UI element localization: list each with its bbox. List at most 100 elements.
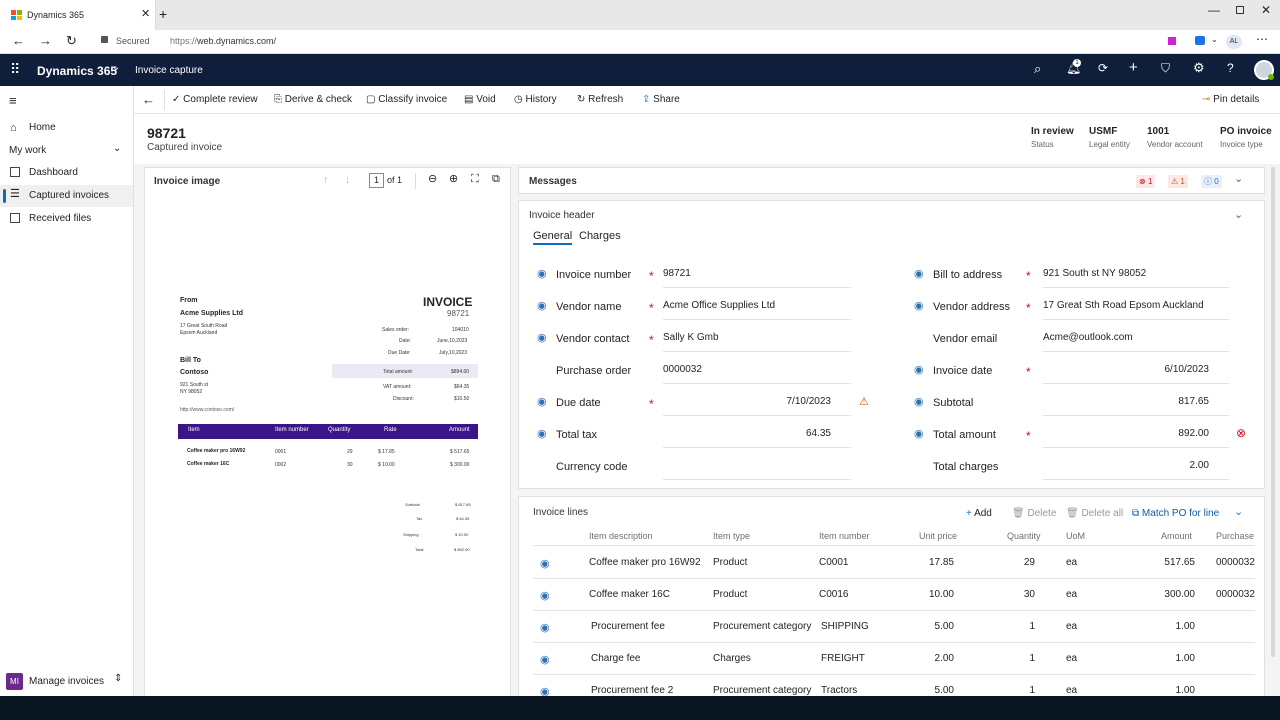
column-header[interactable]: Item number [819, 531, 870, 541]
sidebar-item-received-files[interactable]: Received files [0, 208, 133, 230]
share-button[interactable]: ⇪ Share [642, 94, 680, 105]
back-icon[interactable]: ← [12, 34, 25, 47]
eye-icon[interactable]: ◉ [914, 299, 924, 312]
eye-icon[interactable]: ◉ [537, 395, 547, 408]
area-switcher[interactable]: MI Manage invoices ⇕ [0, 670, 133, 694]
subtotal-input[interactable]: 817.65 [1043, 396, 1229, 416]
vendor-address-input[interactable]: 17 Great Sth Road Epsom Auckland [1043, 300, 1229, 320]
sidebar-item-home[interactable]: ⌂ Home [0, 118, 133, 140]
chevron-down-icon[interactable]: ⌄ [1211, 36, 1218, 44]
app-name[interactable]: Dynamics 365 [37, 64, 117, 78]
delete-all-button[interactable]: 🗑︎ Delete all [1066, 508, 1123, 519]
new-tab-icon[interactable]: + [159, 7, 167, 21]
eye-icon[interactable]: ◉ [540, 557, 550, 570]
arrow-up-icon[interactable]: ↑ [323, 175, 329, 186]
column-header[interactable]: Unit price [919, 531, 957, 541]
error-icon[interactable]: ⊗ [1236, 426, 1246, 440]
table-row[interactable]: ◉ Procurement fee 2 Procurement category… [533, 675, 1255, 697]
eye-icon[interactable]: ◉ [540, 589, 550, 602]
vendor-contact-input[interactable]: Sally K Gmb [663, 332, 851, 352]
table-row[interactable]: ◉ Procurement fee Procurement category S… [533, 611, 1255, 643]
close-tab-icon[interactable]: ✕ [141, 9, 150, 20]
browser-tab[interactable]: Dynamics 365 ✕ [0, 0, 156, 30]
task-icon[interactable]: ⟳ [1098, 62, 1108, 74]
refresh-button[interactable]: ↻ Refresh [577, 94, 623, 105]
pin-details-button[interactable]: ⊸ Pin details [1202, 94, 1259, 105]
plus-icon[interactable]: + [1129, 60, 1138, 75]
extension-icon[interactable] [1168, 37, 1176, 45]
invoice-date-input[interactable]: 6/10/2023 [1043, 364, 1229, 384]
close-window-icon[interactable]: ✕ [1261, 4, 1271, 16]
column-header[interactable]: Quantity [1007, 531, 1041, 541]
profile-avatar[interactable]: AL [1226, 35, 1242, 49]
complete-review-button[interactable]: ✓ Complete review [172, 94, 258, 105]
add-line-button[interactable]: + Add [966, 508, 992, 519]
column-header[interactable]: UoM [1066, 531, 1085, 541]
delete-line-button[interactable]: 🗑︎ Delete [1012, 508, 1056, 519]
reload-icon[interactable]: ↻ [66, 34, 77, 47]
eye-icon[interactable]: ◉ [537, 299, 547, 312]
more-icon[interactable]: ⋯ [1256, 33, 1268, 45]
fit-page-icon[interactable]: ⛶ [471, 174, 479, 185]
invoice-number-input[interactable]: 98721 [663, 268, 851, 288]
total-tax-input[interactable]: 64.35 [663, 428, 851, 448]
search-icon[interactable]: ⌕ [1034, 62, 1041, 75]
collections-icon[interactable] [1195, 36, 1205, 45]
tab-general[interactable]: General [533, 230, 573, 245]
table-row[interactable]: ◉ Coffee maker pro 16W92 Product C0001 1… [533, 547, 1255, 579]
page-scrollbar[interactable] [1271, 167, 1275, 657]
info-count-badge[interactable]: ⓘ 0 [1201, 175, 1222, 188]
match-po-button[interactable]: ⧉ Match PO for line [1132, 508, 1219, 519]
app-chevron-icon[interactable]: ⌄ [112, 63, 120, 73]
currency-code-input[interactable] [663, 460, 851, 480]
warning-icon[interactable]: ⚠ [859, 395, 869, 408]
sidebar-item-captured-invoices[interactable]: ☰ Captured invoices [0, 185, 133, 207]
purchase-order-input[interactable]: 0000032 [663, 364, 851, 384]
vendor-email-input[interactable]: Acme@outlook.com [1043, 332, 1229, 352]
hamburger-icon[interactable]: ≡ [9, 94, 17, 107]
total-amount-input[interactable]: 892.00 [1043, 428, 1229, 448]
minimize-icon[interactable]: — [1208, 4, 1220, 16]
arrow-down-icon[interactable]: ↓ [345, 175, 351, 186]
vendor-name-input[interactable]: Acme Office Supplies Ltd [663, 300, 851, 320]
back-icon[interactable]: ← [142, 93, 155, 106]
classify-invoice-button[interactable]: ▢ Classify invoice [366, 94, 447, 105]
sidebar-item-dashboard[interactable]: Dashboard [0, 162, 133, 184]
eye-icon[interactable]: ◉ [914, 395, 924, 408]
eye-icon[interactable]: ◉ [914, 427, 924, 440]
eye-icon[interactable]: ◉ [540, 621, 550, 634]
column-header[interactable]: Amount [1161, 531, 1192, 541]
eye-icon[interactable]: ◉ [537, 331, 547, 344]
error-count-badge[interactable]: ⊗ 1 [1136, 175, 1156, 188]
url-field[interactable]: https://web.dynamics.com/ [170, 36, 276, 46]
due-date-input[interactable]: 7/10/2023 [663, 396, 851, 416]
sidebar-group-my-work[interactable]: My work ⌄ [0, 140, 133, 162]
chevron-down-icon[interactable]: ⌄ [1234, 210, 1243, 221]
app-launcher-icon[interactable]: ⠿ [10, 62, 20, 76]
eye-icon[interactable]: ◉ [537, 427, 547, 440]
history-button[interactable]: ◷ History [514, 94, 557, 105]
warning-count-badge[interactable]: ⚠ 1 [1168, 175, 1188, 188]
bill-to-address-input[interactable]: 921 South st NY 98052 [1043, 268, 1229, 288]
gear-icon[interactable]: ⚙ [1193, 61, 1205, 74]
column-header[interactable]: Item type [713, 531, 750, 541]
forward-icon[interactable]: → [39, 34, 52, 47]
zoom-out-icon[interactable]: ⊖ [428, 174, 437, 185]
eye-icon[interactable]: ◉ [540, 653, 550, 666]
open-new-icon[interactable]: ⧉ [492, 174, 500, 185]
help-icon[interactable]: ? [1227, 62, 1234, 74]
eye-icon[interactable]: ◉ [914, 267, 924, 280]
table-row[interactable]: ◉ Charge fee Charges FREIGHT 2.00 1 ea 1… [533, 643, 1255, 675]
filter-icon[interactable]: ⛉ [1161, 62, 1170, 74]
eye-icon[interactable]: ◉ [537, 267, 547, 280]
chevron-down-icon[interactable]: ⌄ [1234, 507, 1243, 518]
void-button[interactable]: ▤ Void [464, 94, 496, 105]
total-charges-input[interactable]: 2.00 [1043, 460, 1229, 480]
column-header[interactable]: Purchase o [1216, 531, 1255, 541]
column-header[interactable]: Item description [589, 531, 653, 541]
page-number-input[interactable]: 1 [369, 173, 384, 188]
zoom-in-icon[interactable]: ⊕ [449, 174, 458, 185]
eye-icon[interactable]: ◉ [914, 363, 924, 376]
tab-charges[interactable]: Charges [579, 230, 621, 242]
chevron-down-icon[interactable]: ⌄ [1234, 174, 1243, 185]
